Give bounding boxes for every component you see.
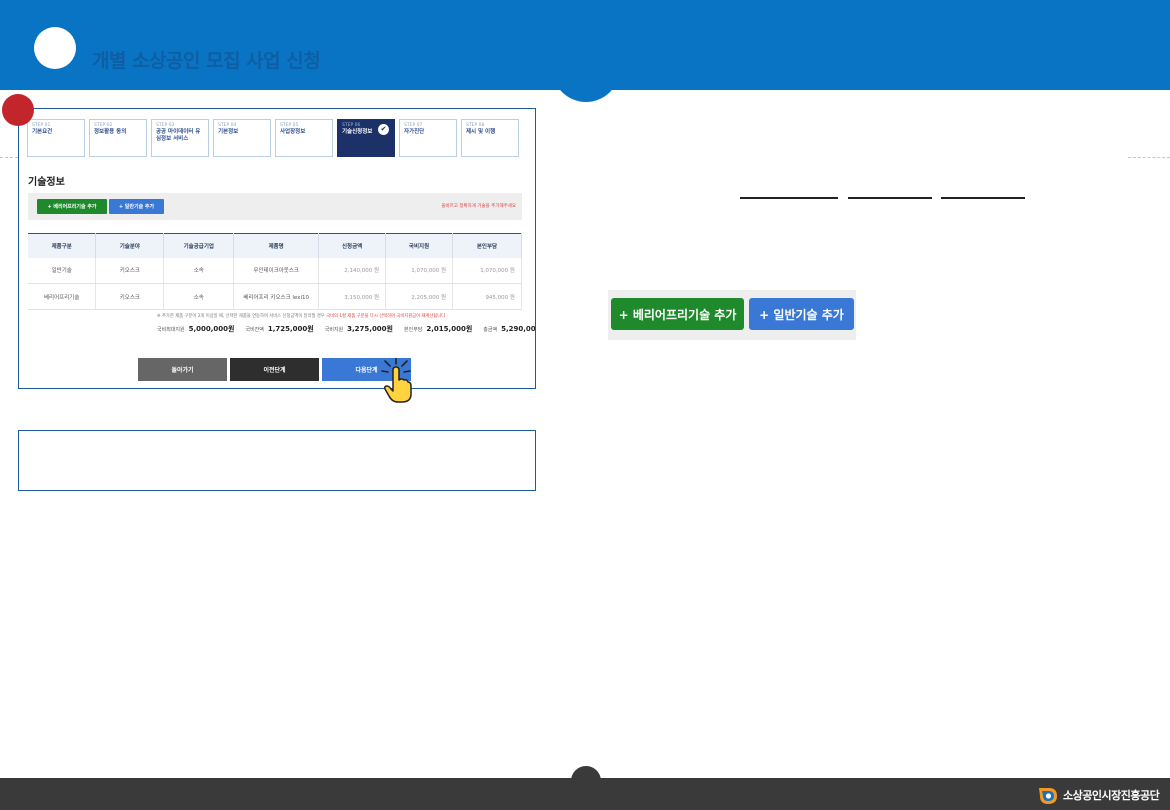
step-marker	[2, 94, 34, 126]
table-header-row: 제품구분 기술분야 기술공급기업 제품명 신청금액 국비지원 본인부담	[28, 233, 522, 258]
empty-description-box	[18, 430, 536, 491]
step-name: 공공 마이데이터 유심정보 서비스	[156, 129, 201, 142]
step-name: 제시 및 이행	[466, 129, 496, 135]
column-header: 국비지원	[385, 233, 454, 258]
tech-toolbar: + 베리어프리기술 추가 + 일반기술 추가 올바르고 정확하게 기술을 추가해…	[28, 193, 522, 220]
note-text: ※ 추가한 제품 구분이 2개 이상일 때, 선택한 제품을 연동하여 서비스 …	[157, 314, 325, 319]
summary-value: 1,725,000원	[267, 325, 314, 333]
step-1[interactable]: STEP 01 기본요건	[27, 119, 85, 157]
summary-label: 국비최대지원	[157, 327, 185, 333]
table-cell: 키오스크	[95, 283, 165, 310]
step-name: 정보활용 동의	[94, 129, 127, 135]
divider-right	[1128, 157, 1170, 158]
column-header: 제품명	[233, 233, 320, 258]
step-6-active[interactable]: STEP 06 기술신청정보 ✔	[337, 119, 395, 157]
add-general-tech-button-zoomed[interactable]: + 일반기술 추가	[749, 298, 854, 330]
check-icon: ✔	[378, 124, 389, 135]
step-2[interactable]: STEP 02 정보활용 동의	[89, 119, 147, 157]
table-cell: 베리어프리기술	[28, 283, 97, 310]
screenshot-frame: STEP 01 기본요건 STEP 02 정보활용 동의 STEP 03 공공 …	[18, 108, 536, 389]
summary-item: 본인부담 2,015,000원	[404, 324, 472, 334]
table-cell: 945,000 원	[452, 283, 522, 310]
step-3[interactable]: STEP 03 공공 마이데이터 유심정보 서비스	[151, 119, 209, 157]
add-barrier-free-tech-button-zoomed[interactable]: + 베리어프리기술 추가	[611, 298, 744, 330]
summary-value: 2,015,000원	[426, 325, 473, 333]
step-8[interactable]: STEP 08 제시 및 이행	[461, 119, 519, 157]
step-5[interactable]: STEP 05 사업장정보	[275, 119, 333, 157]
footer-page-tab	[571, 766, 601, 784]
blank-line	[941, 197, 1025, 199]
blank-line	[740, 197, 838, 199]
summary-item: 국비최대지원 5,000,000원	[157, 324, 234, 334]
table-cell: 키오스크	[95, 257, 165, 284]
column-header: 기술분야	[95, 233, 165, 258]
summary-item: 국비잔액 1,725,000원	[245, 324, 313, 334]
divider-left	[0, 157, 18, 158]
summary-value: 3,275,000원	[347, 325, 393, 333]
step-name: 자가진단	[404, 129, 425, 135]
table-cell: 소속	[163, 283, 235, 310]
toolbar-warning: 올바르고 정확하게 기술을 추가해주세요	[441, 204, 516, 209]
step-progress: STEP 01 기본요건 STEP 02 정보활용 동의 STEP 03 공공 …	[27, 119, 519, 157]
column-header: 기술공급기업	[163, 233, 235, 258]
summary-item: 국비지원 3,275,000원	[325, 324, 393, 334]
zoomed-toolbar: + 베리어프리기술 추가 + 일반기술 추가	[608, 290, 856, 340]
step-name: 기본정보	[218, 129, 239, 135]
banner-circle	[34, 27, 76, 69]
summary-item: 총금액5,290,000원	[483, 324, 536, 334]
summary-label: 본인부담	[404, 327, 423, 333]
summary-label: 국비잔액	[245, 327, 264, 333]
table-cell: 3,150,000 원	[318, 283, 387, 310]
organization-logo-icon	[1039, 788, 1057, 804]
summary-label: 총금액	[483, 327, 498, 333]
summary-label: 국비지원	[324, 327, 344, 333]
step-4[interactable]: STEP 04 기본정보	[213, 119, 271, 157]
table-cell: 2,140,000 원	[318, 257, 387, 284]
pointer-hand-icon	[381, 358, 412, 403]
add-barrier-free-tech-button[interactable]: + 베리어프리기술 추가	[37, 199, 107, 214]
table-cell: 소속	[163, 257, 235, 284]
cost-summary: 국비최대지원 5,000,000원 국비잔액 1,725,000원 국비지원 3,27…	[157, 324, 536, 334]
page-title: 개별 소상공인 모집 사업 신청	[92, 50, 321, 72]
column-header: 본인부담	[452, 233, 522, 258]
table-note: ※ 추가한 제품 구분이 2개 이상일 때, 선택한 제품을 연동하여 서비스 …	[157, 313, 445, 319]
column-header: 신청금액	[318, 233, 387, 258]
summary-value: 5,000,000원	[188, 325, 235, 333]
step-7[interactable]: STEP 07 자가진단	[399, 119, 457, 157]
table-cell: 무인테이크아웃스크	[233, 257, 320, 284]
tech-table: 제품구분 기술분야 기술공급기업 제품명 신청금액 국비지원 본인부담 일반기술…	[28, 233, 522, 310]
table-row[interactable]: 일반기술 키오스크 소속 무인테이크아웃스크 2,140,000 원 1,070…	[28, 257, 522, 284]
table-cell: 일반기술	[28, 257, 97, 284]
add-general-tech-button[interactable]: + 일반기술 추가	[109, 199, 164, 214]
banner-center-tab	[552, 66, 620, 102]
note-warning: 국비의 1할 제품 구분을 다시 선택하여 국비지원금이 재계산됩니다	[326, 314, 446, 319]
column-header: 제품구분	[28, 233, 97, 258]
section-title: 기술정보	[28, 177, 65, 188]
previous-step-button[interactable]: 이전단계	[230, 358, 319, 381]
back-button[interactable]: 돌아가기	[138, 358, 227, 381]
step-name: 사업장정보	[280, 129, 306, 135]
table-cell: 1,070,000 원	[385, 257, 454, 284]
step-name: 기본요건	[32, 129, 53, 135]
table-cell: 베리어프리 키오스크 lexi10	[233, 283, 320, 310]
blank-line	[848, 197, 932, 199]
table-cell: 1,070,000 원	[452, 257, 522, 284]
organization-name: 소상공인시장진흥공단	[1063, 789, 1160, 802]
table-cell: 2,205,000 원	[385, 283, 454, 310]
summary-value: 5,290,000원	[501, 325, 536, 333]
table-row[interactable]: 베리어프리기술 키오스크 소속 베리어프리 키오스크 lexi10 3,150,…	[28, 283, 522, 310]
